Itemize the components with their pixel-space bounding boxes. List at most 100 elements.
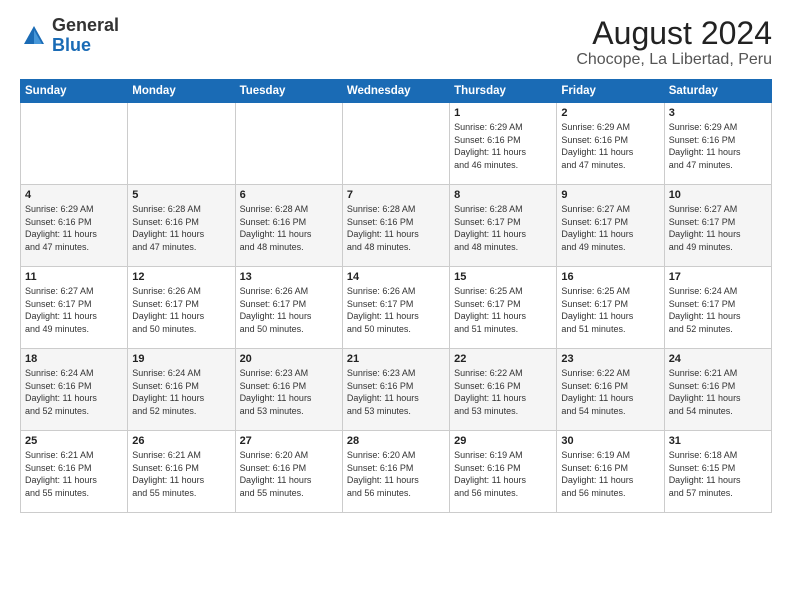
day-number: 16 [561,271,659,283]
day-info: Sunrise: 6:22 AM Sunset: 6:16 PM Dayligh… [454,367,552,417]
day-number: 18 [25,353,123,365]
day-info: Sunrise: 6:24 AM Sunset: 6:16 PM Dayligh… [25,367,123,417]
calendar-cell: 25Sunrise: 6:21 AM Sunset: 6:16 PM Dayli… [21,431,128,513]
calendar-cell: 11 Sunrise: 6:27 AM Sunset: 6:17 PM Dayli… [21,267,128,349]
calendar-table: SundayMondayTuesdayWednesdayThursdayFrid… [20,79,772,513]
day-number: 19 [132,353,230,365]
calendar-cell: 24 Sunrise: 6:21 AM Sunset: 6:16 PM Dayli… [664,349,771,431]
day-info: Sunrise: 6:20 AM Sunset: 6:16 PM Dayligh… [240,449,338,499]
day-info: Sunrise: 6:29 AM Sunset: 6:16 PM Dayligh… [454,121,552,171]
day-number: 25 [25,435,123,447]
day-info: Sunrise: 6:19 AM Sunset: 6:16 PM Dayligh… [454,449,552,499]
logo-general-text: General [52,15,119,35]
day-number: 5 [132,189,230,201]
header-day-wednesday: Wednesday [342,80,449,103]
page: General Blue August 2024 Chocope, La Lib… [0,0,792,612]
day-number: 7 [347,189,445,201]
day-info: Sunrise: 6:23 AM Sunset: 6:16 PM Dayligh… [347,367,445,417]
calendar-cell: 21 Sunrise: 6:23 AM Sunset: 6:16 PM Dayli… [342,349,449,431]
calendar-title: August 2024 [576,16,772,51]
day-number: 6 [240,189,338,201]
calendar-header-row: SundayMondayTuesdayWednesdayThursdayFrid… [21,80,772,103]
day-info: Sunrise: 6:26 AM Sunset: 6:17 PM Dayligh… [132,285,230,335]
title-block: August 2024 Chocope, La Libertad, Peru [576,16,772,69]
calendar-cell: 30Sunrise: 6:19 AM Sunset: 6:16 PM Dayli… [557,431,664,513]
logo-blue-text: Blue [52,35,91,55]
calendar-cell: 31 Sunrise: 6:18 AM Sunset: 6:15 PM Dayli… [664,431,771,513]
day-info: Sunrise: 6:20 AM Sunset: 6:16 PM Dayligh… [347,449,445,499]
day-number: 28 [347,435,445,447]
day-number: 9 [561,189,659,201]
header-day-monday: Monday [128,80,235,103]
day-info: Sunrise: 6:26 AM Sunset: 6:17 PM Dayligh… [347,285,445,335]
calendar-cell: 17Sunrise: 6:24 AM Sunset: 6:17 PM Dayli… [664,267,771,349]
header-day-tuesday: Tuesday [235,80,342,103]
week-row-2: 11 Sunrise: 6:27 AM Sunset: 6:17 PM Dayli… [21,267,772,349]
logo-icon [20,22,48,50]
calendar-cell: 4Sunrise: 6:29 AM Sunset: 6:16 PM Daylig… [21,185,128,267]
day-number: 22 [454,353,552,365]
day-number: 31 [669,435,767,447]
calendar-cell: 13Sunrise: 6:26 AM Sunset: 6:17 PM Dayli… [235,267,342,349]
day-number: 15 [454,271,552,283]
day-number: 2 [561,107,659,119]
calendar-cell: 6 Sunrise: 6:28 AM Sunset: 6:16 PM Daylig… [235,185,342,267]
day-info: Sunrise: 6:27 AM Sunset: 6:17 PM Dayligh… [25,285,123,335]
day-number: 29 [454,435,552,447]
day-number: 14 [347,271,445,283]
calendar-cell: 18 Sunrise: 6:24 AM Sunset: 6:16 PM Dayli… [21,349,128,431]
calendar-cell: 3Sunrise: 6:29 AM Sunset: 6:16 PM Daylig… [664,103,771,185]
calendar-cell: 8 Sunrise: 6:28 AM Sunset: 6:17 PM Daylig… [450,185,557,267]
day-info: Sunrise: 6:21 AM Sunset: 6:16 PM Dayligh… [669,367,767,417]
calendar-cell [128,103,235,185]
calendar-cell: 19 Sunrise: 6:24 AM Sunset: 6:16 PM Dayli… [128,349,235,431]
calendar-cell: 27 Sunrise: 6:20 AM Sunset: 6:16 PM Dayli… [235,431,342,513]
calendar-cell [21,103,128,185]
calendar-cell: 22 Sunrise: 6:22 AM Sunset: 6:16 PM Dayli… [450,349,557,431]
calendar-cell: 29 Sunrise: 6:19 AM Sunset: 6:16 PM Dayli… [450,431,557,513]
day-info: Sunrise: 6:27 AM Sunset: 6:17 PM Dayligh… [561,203,659,253]
calendar-cell: 28 Sunrise: 6:20 AM Sunset: 6:16 PM Dayli… [342,431,449,513]
header-day-saturday: Saturday [664,80,771,103]
day-info: Sunrise: 6:23 AM Sunset: 6:16 PM Dayligh… [240,367,338,417]
day-info: Sunrise: 6:29 AM Sunset: 6:16 PM Dayligh… [25,203,123,253]
day-number: 10 [669,189,767,201]
calendar-cell [342,103,449,185]
day-info: Sunrise: 6:28 AM Sunset: 6:16 PM Dayligh… [347,203,445,253]
week-row-3: 18 Sunrise: 6:24 AM Sunset: 6:16 PM Dayli… [21,349,772,431]
day-info: Sunrise: 6:26 AM Sunset: 6:17 PM Dayligh… [240,285,338,335]
day-info: Sunrise: 6:25 AM Sunset: 6:17 PM Dayligh… [561,285,659,335]
day-info: Sunrise: 6:24 AM Sunset: 6:16 PM Dayligh… [132,367,230,417]
day-number: 20 [240,353,338,365]
day-number: 27 [240,435,338,447]
logo: General Blue [20,16,119,56]
calendar-cell: 15 Sunrise: 6:25 AM Sunset: 6:17 PM Dayli… [450,267,557,349]
day-number: 21 [347,353,445,365]
week-row-4: 25 Sunrise: 6:21 AM Sunset: 6:16 PM Dayli… [21,431,772,513]
day-number: 11 [25,271,123,283]
calendar-cell: 7 Sunrise: 6:28 AM Sunset: 6:16 PM Daylig… [342,185,449,267]
calendar-cell: 2Sunrise: 6:29 AM Sunset: 6:16 PM Daylig… [557,103,664,185]
day-info: Sunrise: 6:21 AM Sunset: 6:16 PM Dayligh… [132,449,230,499]
day-number: 8 [454,189,552,201]
day-number: 3 [669,107,767,119]
calendar-cell: 1Sunrise: 6:29 AM Sunset: 6:16 PM Daylig… [450,103,557,185]
calendar-cell: 5Sunrise: 6:28 AM Sunset: 6:16 PM Daylig… [128,185,235,267]
calendar-cell: 10 Sunrise: 6:27 AM Sunset: 6:17 PM Dayli… [664,185,771,267]
day-number: 23 [561,353,659,365]
calendar-cell: 26Sunrise: 6:21 AM Sunset: 6:16 PM Dayli… [128,431,235,513]
calendar-cell [235,103,342,185]
day-info: Sunrise: 6:27 AM Sunset: 6:17 PM Dayligh… [669,203,767,253]
day-info: Sunrise: 6:25 AM Sunset: 6:17 PM Dayligh… [454,285,552,335]
week-row-0: 1Sunrise: 6:29 AM Sunset: 6:16 PM Daylig… [21,103,772,185]
calendar-subtitle: Chocope, La Libertad, Peru [576,51,772,69]
day-number: 17 [669,271,767,283]
header-day-friday: Friday [557,80,664,103]
calendar-cell: 23Sunrise: 6:22 AM Sunset: 6:16 PM Dayli… [557,349,664,431]
calendar-cell: 16 Sunrise: 6:25 AM Sunset: 6:17 PM Dayli… [557,267,664,349]
day-number: 24 [669,353,767,365]
day-info: Sunrise: 6:28 AM Sunset: 6:17 PM Dayligh… [454,203,552,253]
day-info: Sunrise: 6:18 AM Sunset: 6:15 PM Dayligh… [669,449,767,499]
week-row-1: 4Sunrise: 6:29 AM Sunset: 6:16 PM Daylig… [21,185,772,267]
day-info: Sunrise: 6:28 AM Sunset: 6:16 PM Dayligh… [240,203,338,253]
